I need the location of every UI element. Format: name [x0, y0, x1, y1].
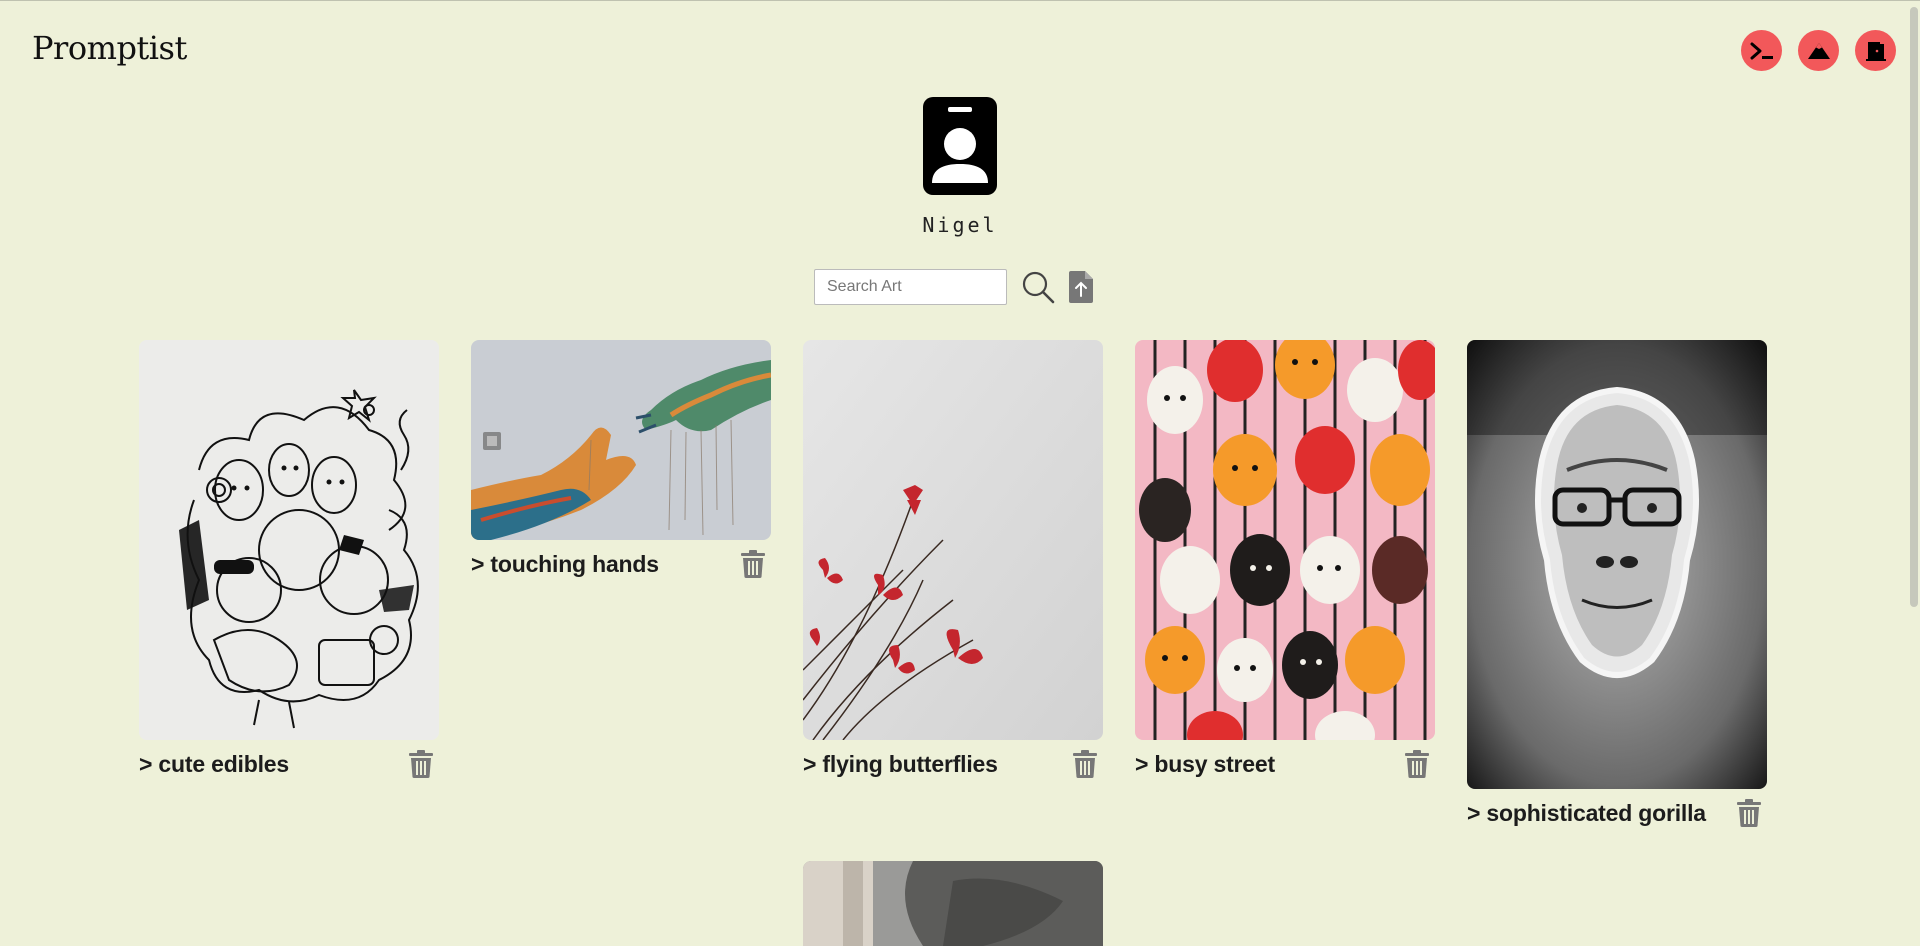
delete-button[interactable]: [1737, 799, 1761, 827]
art-card-footer: > cute edibles: [139, 750, 439, 778]
id-badge-icon: [923, 97, 997, 195]
gorilla-artwork: [1467, 340, 1767, 789]
search-input[interactable]: [814, 269, 1007, 305]
art-card[interactable]: > busy street: [1135, 340, 1435, 778]
art-card-footer: > flying butterflies: [803, 750, 1103, 778]
art-image[interactable]: [803, 340, 1103, 740]
delete-button[interactable]: [741, 550, 765, 578]
art-card[interactable]: > flying butterflies: [803, 340, 1103, 778]
profile-username: Nigel: [922, 213, 998, 237]
trash-icon: [1073, 750, 1097, 778]
delete-button[interactable]: [1405, 750, 1429, 778]
upload-art-button[interactable]: [1798, 30, 1839, 71]
file-upload-icon: [1069, 271, 1093, 303]
search-bar: [814, 269, 1093, 305]
art-card[interactable]: > cute edibles: [139, 340, 439, 778]
mountain-icon: [1807, 42, 1830, 59]
art-caption[interactable]: > touching hands: [471, 551, 659, 578]
faces-artwork: [1135, 340, 1435, 740]
art-caption[interactable]: > cute edibles: [139, 751, 289, 778]
art-card[interactable]: > sophisticated gorilla: [1467, 340, 1767, 827]
profile-section: Nigel: [0, 97, 1920, 237]
art-image[interactable]: [139, 340, 439, 740]
terminal-icon: [1750, 42, 1773, 59]
art-caption[interactable]: > sophisticated gorilla: [1467, 800, 1706, 827]
delete-button[interactable]: [1073, 750, 1097, 778]
art-card[interactable]: > touching hands: [471, 340, 771, 578]
trash-icon: [1405, 750, 1429, 778]
app-logo[interactable]: Promptist: [32, 29, 187, 67]
art-image[interactable]: [803, 861, 1103, 946]
top-actions: [1741, 30, 1896, 71]
trash-icon: [1737, 799, 1761, 827]
search-button[interactable]: [1021, 270, 1055, 304]
logout-door-icon: [1865, 41, 1886, 61]
art-image[interactable]: [1467, 340, 1767, 789]
partial-artwork: [803, 861, 1103, 946]
art-card-footer: > touching hands: [471, 550, 771, 578]
upload-file-button[interactable]: [1069, 271, 1093, 303]
doodle-artwork: [139, 340, 439, 740]
art-card-footer: > sophisticated gorilla: [1467, 799, 1767, 827]
art-caption[interactable]: > busy street: [1135, 751, 1275, 778]
trash-icon: [409, 750, 433, 778]
search-icon: [1022, 271, 1055, 304]
logout-button[interactable]: [1855, 30, 1896, 71]
butterflies-artwork: [803, 340, 1103, 740]
terminal-button[interactable]: [1741, 30, 1782, 71]
art-card[interactable]: [803, 861, 1103, 946]
art-card-footer: > busy street: [1135, 750, 1435, 778]
art-caption[interactable]: > flying butterflies: [803, 751, 998, 778]
hands-artwork: [471, 340, 771, 540]
delete-button[interactable]: [409, 750, 433, 778]
art-image[interactable]: [471, 340, 771, 540]
trash-icon: [741, 550, 765, 578]
art-image[interactable]: [1135, 340, 1435, 740]
